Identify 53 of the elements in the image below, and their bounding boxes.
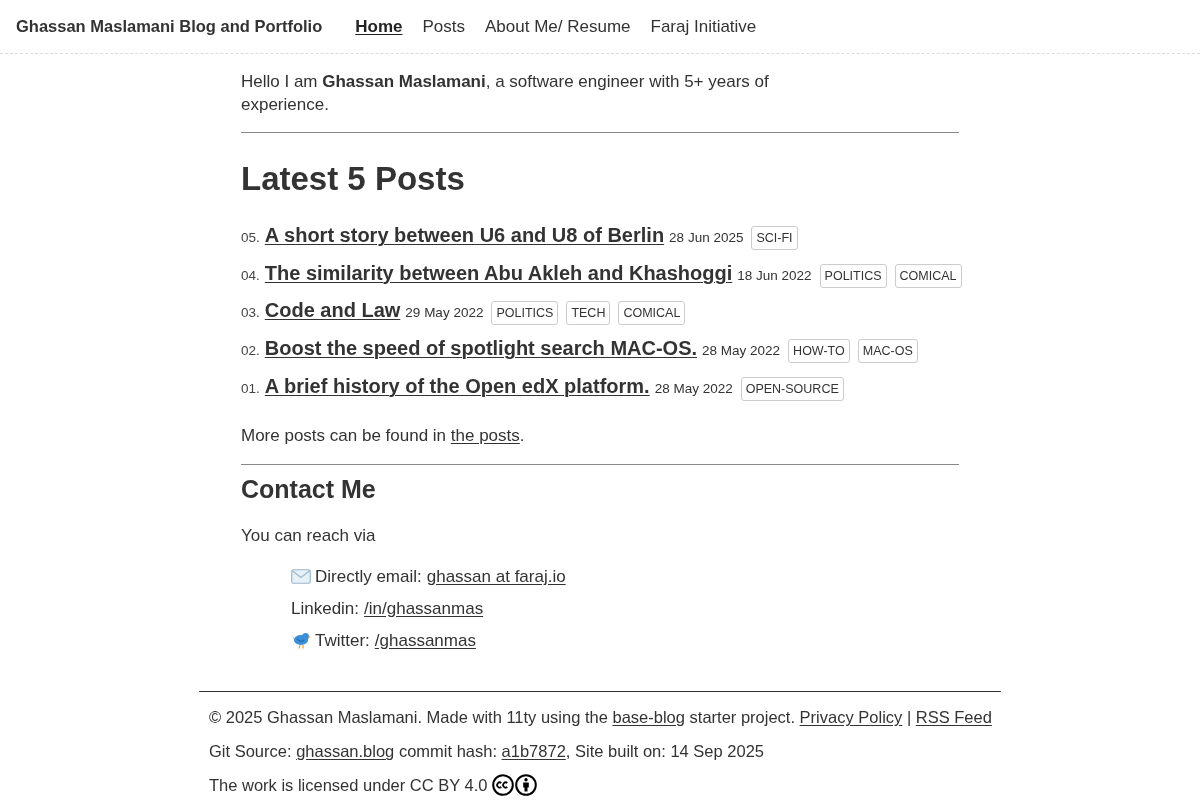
post-title-link[interactable]: A short story between U6 and U8 of Berlin: [264, 220, 665, 250]
contact-label: Directly email:: [315, 565, 422, 588]
post-tag: TECH: [566, 301, 611, 326]
more-posts-text: More posts can be found in the posts.: [241, 425, 526, 448]
nav-link[interactable]: Home: [355, 13, 403, 40]
footer-text: Git Source: ghassan.blog commit hash: a1b7872, Site built on: 14 Sep 2025: [209, 741, 765, 763]
post-tag: POLITICS: [491, 301, 559, 326]
contact-label: Twitter:: [315, 629, 370, 652]
post-title-link[interactable]: Boost the speed of spotlight search MAC-OS.: [264, 333, 698, 364]
post-number: 05.: [241, 229, 260, 247]
cc-icon: [491, 774, 514, 797]
footer-link[interactable]: RSS Feed: [915, 708, 992, 727]
bird-icon: [291, 631, 311, 650]
contact-label: Linkedin:: [291, 597, 360, 620]
envelope-icon: [291, 568, 311, 584]
post-number: 04.: [241, 266, 260, 285]
section-heading: Latest 5 Posts: [241, 159, 466, 199]
post-number: 03.: [241, 304, 260, 323]
license-text: The work is licensed under CC BY 4.0: [209, 775, 488, 797]
post-title-link[interactable]: Code and Law: [264, 295, 401, 326]
post-tag: COMICAL: [618, 301, 686, 326]
post-date: 18 Jun 2022: [737, 266, 812, 285]
post-tag: COMICAL: [894, 263, 962, 288]
post-tag: HOW-TO: [788, 339, 850, 364]
post-date: 28 May 2022: [654, 379, 733, 398]
posts-link[interactable]: the posts: [450, 426, 520, 446]
post-number: 01.: [241, 379, 260, 398]
footer-link[interactable]: base-blog: [612, 708, 685, 727]
post-title-link[interactable]: A brief history of the Open edX platform.: [264, 370, 650, 401]
post-tag: OPEN-SOURCE: [740, 376, 844, 401]
post-number: 02.: [241, 342, 260, 361]
post-title-link[interactable]: The similarity between Abu Akleh and Khashoggi: [264, 257, 733, 288]
footer-link[interactable]: Privacy Policy: [799, 708, 903, 727]
nav-link[interactable]: Faraj Initiative: [650, 13, 757, 40]
footer-link[interactable]: ghassan.blog: [296, 742, 395, 761]
section-heading: Contact Me: [241, 474, 377, 505]
contact-link[interactable]: /in/ghassanmas: [364, 595, 484, 622]
footer-text: © 2025 Ghassan Maslamani. Made with 11ty using the base-blog starter project. Privacy Policy | RSS Feed: [209, 707, 991, 729]
post-tag: POLITICS: [819, 263, 887, 288]
contact-link[interactable]: ghassan at faraj.io: [426, 563, 566, 590]
post-date: 28 May 2022: [702, 342, 781, 361]
intro-paragraph: Hello I am Ghassan Maslamani, a software engineer with 5+ years of experience.: [241, 71, 770, 116]
post-tag: SCI-FI: [751, 226, 798, 250]
post-date: 29 May 2022: [405, 304, 484, 323]
nav-link[interactable]: Posts: [422, 13, 465, 40]
nav-link[interactable]: About Me/ Resume: [485, 13, 631, 40]
contact-link[interactable]: /ghassanmas: [374, 627, 476, 654]
attribution-person-icon: [514, 774, 537, 797]
post-date: 28 Jun 2025: [669, 229, 744, 247]
post-tag: MAC-OS: [857, 339, 918, 364]
site-title[interactable]: Ghassan Maslamani Blog and Portfolio: [16, 14, 323, 39]
footer-link[interactable]: a1b7872: [501, 742, 566, 761]
contact-intro: You can reach via: [241, 525, 377, 548]
